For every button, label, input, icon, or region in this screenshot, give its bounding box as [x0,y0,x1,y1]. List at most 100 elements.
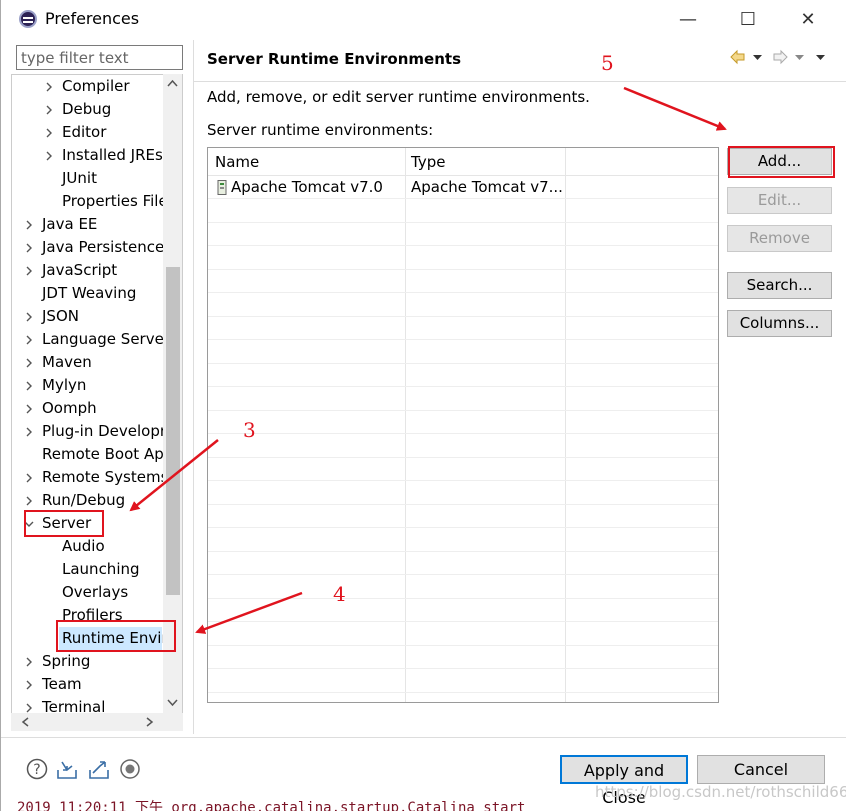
table-row[interactable] [208,317,718,340]
edit-button[interactable]: Edit... [727,187,832,214]
tree-item-label: Overlays [62,583,129,601]
help-icon[interactable]: ? [26,758,48,780]
column-header-type[interactable]: Type [411,153,445,171]
tree-horizontal-scrollbar[interactable] [11,713,183,731]
table-row[interactable] [208,576,718,599]
tree-item-label: Installed JREs [62,146,163,164]
column-header-name[interactable]: Name [215,153,259,171]
tree-vertical-scrollbar[interactable] [163,74,182,714]
back-menu-chevron-icon [753,55,762,60]
columns-button[interactable]: Columns... [727,310,832,337]
view-menu-icon [816,55,825,60]
chevron-right-icon[interactable] [24,335,34,345]
table-row[interactable] [208,646,718,669]
table-row[interactable] [208,270,718,293]
chevron-right-icon[interactable] [24,404,34,414]
table-row[interactable] [208,458,718,481]
table-row[interactable] [208,435,718,458]
watermark: https://blog.csdn.net/rothschild666 [595,783,846,801]
chevron-right-icon[interactable] [24,496,34,506]
table-row[interactable] [208,341,718,364]
runtime-list-label: Server runtime environments: [207,121,434,139]
tree-item-label: Properties File [62,192,168,210]
maximize-button[interactable]: ☐ [725,0,771,38]
tree-item-label: Spring [42,652,91,670]
chevron-right-icon[interactable] [44,105,54,115]
chevron-right-icon[interactable] [24,312,34,322]
minimize-button[interactable]: — [665,0,711,38]
annotation-box-server [24,510,104,537]
chevron-right-icon[interactable] [44,82,54,92]
footer-separator [1,737,846,738]
table-row[interactable] [208,529,718,552]
tree-item-label: Plug-in Developr [42,422,167,440]
remove-button[interactable]: Remove [727,225,832,252]
chevron-right-icon[interactable] [24,358,34,368]
svg-text:?: ? [33,762,40,778]
table-row[interactable] [208,505,718,528]
chevron-right-icon[interactable] [24,703,34,713]
table-row[interactable] [208,364,718,387]
back-arrow-icon [730,49,745,65]
filter-input[interactable] [16,45,183,70]
tree-item-label: Java EE [42,215,98,233]
tree-scroll-thumb[interactable] [166,267,180,595]
scroll-right-arrow-icon [146,717,154,727]
chevron-right-icon[interactable] [24,266,34,276]
cancel-button[interactable]: Cancel [697,755,825,784]
forward-arrow-icon [773,49,788,65]
table-row[interactable] [208,200,718,223]
tree-item-label: Language Server [42,330,170,348]
tree-item-label: Debug [62,100,112,118]
table-row[interactable] [208,388,718,411]
tree-item-label: Java Persistence [42,238,165,256]
preferences-dialog: Preferences — ☐ ✕ Compiler Debug Editor Ins… [0,0,846,811]
chevron-right-icon[interactable] [44,151,54,161]
preference-tree: Compiler Debug Editor Installed JREs JUnit Pr… [11,74,183,714]
record-icon[interactable] [119,758,141,780]
annotation-number-4: 4 [333,582,346,606]
chevron-right-icon[interactable] [24,220,34,230]
table-row[interactable] [208,670,718,693]
splitter[interactable] [193,40,194,734]
scroll-up-arrow-icon [167,79,178,87]
scroll-left-arrow-icon [21,717,29,727]
import-icon[interactable] [56,758,78,780]
tree-item-label: Remote Boot Ap [42,445,164,463]
chevron-right-icon[interactable] [24,427,34,437]
tree-item-label: Run/Debug [42,491,126,509]
tree-item-label: Compiler [62,77,130,95]
chevron-right-icon[interactable] [24,381,34,391]
eclipse-icon [19,10,37,28]
table-header: Name Type [208,148,718,176]
tree-item-label: Audio [62,537,105,555]
runtime-name-cell: Apache Tomcat v7.0 [231,178,383,196]
chevron-right-icon[interactable] [24,473,34,483]
table-row[interactable] [208,623,718,646]
header-separator [194,81,846,82]
table-row[interactable] [208,247,718,270]
tree-item-label: Launching [62,560,140,578]
export-icon[interactable] [88,758,110,780]
runtime-table[interactable]: Name Type Apache Tomcat v7.0 Apache Tomca… [207,147,719,703]
apply-and-close-button[interactable]: Apply and Close [560,755,688,807]
table-row[interactable] [208,599,718,622]
table-row[interactable] [208,411,718,434]
chevron-right-icon[interactable] [24,243,34,253]
annotation-arrow-5 [623,86,727,131]
table-row[interactable] [208,552,718,575]
tree-item-label: Editor [62,123,107,141]
table-row[interactable]: Apache Tomcat v7.0 Apache Tomcat v7... [208,176,718,199]
chevron-right-icon[interactable] [44,128,54,138]
tree-item-label: Team [42,675,82,693]
tree-item-label: Oomph [42,399,97,417]
table-row[interactable] [208,223,718,246]
server-runtime-icon [217,180,227,195]
close-button[interactable]: ✕ [785,0,831,38]
chevron-right-icon[interactable] [24,657,34,667]
chevron-right-icon[interactable] [24,680,34,690]
search-button[interactable]: Search... [727,272,832,299]
table-row[interactable] [208,294,718,317]
table-row[interactable] [208,482,718,505]
page-title: Server Runtime Environments [207,50,461,68]
